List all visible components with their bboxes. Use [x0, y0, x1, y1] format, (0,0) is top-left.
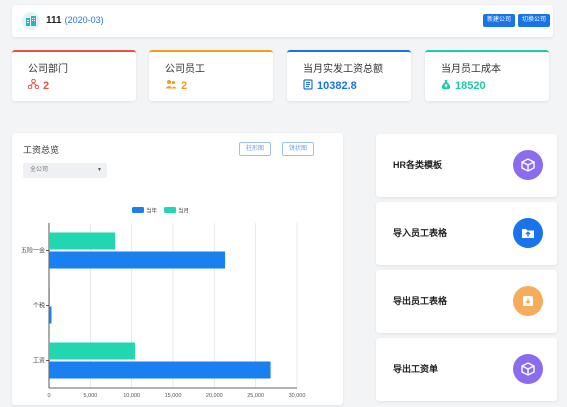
company-id: 111	[46, 15, 62, 26]
salary-overview-card: 工资总览 柱形图 饼状图 全公司 ▼ 0 5,000 10,000 15,000 20,…	[12, 133, 343, 405]
new-company-button[interactable]: 新建公司	[483, 14, 516, 27]
caret-down-icon: ▼	[97, 167, 102, 173]
stat-label: 当月员工成本	[441, 64, 501, 75]
stat-value: 10382.8	[317, 80, 357, 92]
money-bag-icon: ¥	[441, 79, 451, 93]
bar-month	[49, 287, 50, 305]
x-tick-label: 20,000	[206, 393, 223, 399]
action-label: 导出工资单	[393, 364, 439, 374]
building-icon	[22, 12, 40, 30]
x-tick-label: 15,000	[165, 393, 182, 399]
upload-icon	[513, 218, 543, 248]
company-select[interactable]: 全公司 ▼	[23, 163, 107, 178]
salary-overview-title: 工资总览	[23, 145, 60, 155]
export-payslip-card[interactable]: 导出工资单	[376, 338, 557, 401]
y-category-label: 五险一金	[21, 247, 45, 255]
salary-bar-chart: 0 5,000 10,000 15,000 20,000 25,000 30,000 五险一金…	[21, 207, 306, 400]
action-label: HR各类模板	[393, 160, 442, 170]
legend-swatch	[164, 207, 176, 213]
bar-month	[49, 232, 116, 250]
x-tick-label: 5,000	[83, 393, 97, 399]
stat-card-payroll-total: 当月实发工资总额 10382.8	[287, 50, 411, 101]
company-select-value: 全公司	[30, 167, 49, 173]
action-label: 导出员工表格	[393, 296, 448, 306]
stat-value: 18520	[455, 80, 486, 92]
download-icon	[513, 286, 543, 316]
export-employees-card[interactable]: 导出员工表格	[376, 270, 557, 333]
stat-value: 2	[43, 79, 50, 92]
book-icon	[303, 79, 313, 93]
org-chart-icon	[27, 78, 40, 92]
cube-icon	[513, 354, 543, 384]
bar-year	[49, 251, 226, 269]
users-icon	[165, 79, 177, 92]
cube-icon	[513, 150, 543, 180]
x-tick-label: 30,000	[289, 393, 306, 399]
stat-card-employees: 公司员工 2	[149, 50, 273, 101]
y-category-label: 工资	[33, 357, 45, 365]
hr-templates-card[interactable]: HR各类模板	[376, 134, 557, 197]
stat-label: 公司部门	[28, 64, 68, 75]
import-employees-card[interactable]: 导入员工表格	[376, 202, 557, 265]
stat-card-departments: 公司部门 2	[12, 50, 136, 101]
bar-chart-button[interactable]: 柱形图	[239, 142, 272, 156]
legend-label: 当年	[146, 207, 158, 215]
y-category-label: 个税	[33, 302, 45, 310]
stat-value: 2	[181, 79, 188, 92]
switch-company-button[interactable]: 切换公司	[518, 14, 551, 27]
header-bar: 111 (2020-03) 新建公司 切换公司	[12, 5, 553, 37]
period-label: (2020-03)	[64, 15, 104, 25]
x-tick-label: 25,000	[247, 393, 264, 399]
pie-chart-button[interactable]: 饼状图	[282, 142, 315, 156]
stat-label: 公司员工	[165, 64, 205, 75]
legend-swatch	[132, 207, 144, 213]
x-tick-label: 0	[47, 393, 50, 399]
action-label: 导入员工表格	[393, 228, 448, 238]
bar-year	[49, 361, 271, 379]
legend-label: 当月	[178, 207, 189, 215]
page-title: 111 (2020-03)	[46, 15, 104, 26]
bar-year	[49, 306, 52, 324]
svg-text:¥: ¥	[445, 84, 448, 89]
bar-month	[49, 342, 135, 360]
stat-card-employee-cost: 当月员工成本 ¥18520	[425, 50, 549, 101]
stat-label: 当月实发工资总额	[303, 64, 383, 75]
x-tick-label: 10,000	[123, 393, 140, 399]
